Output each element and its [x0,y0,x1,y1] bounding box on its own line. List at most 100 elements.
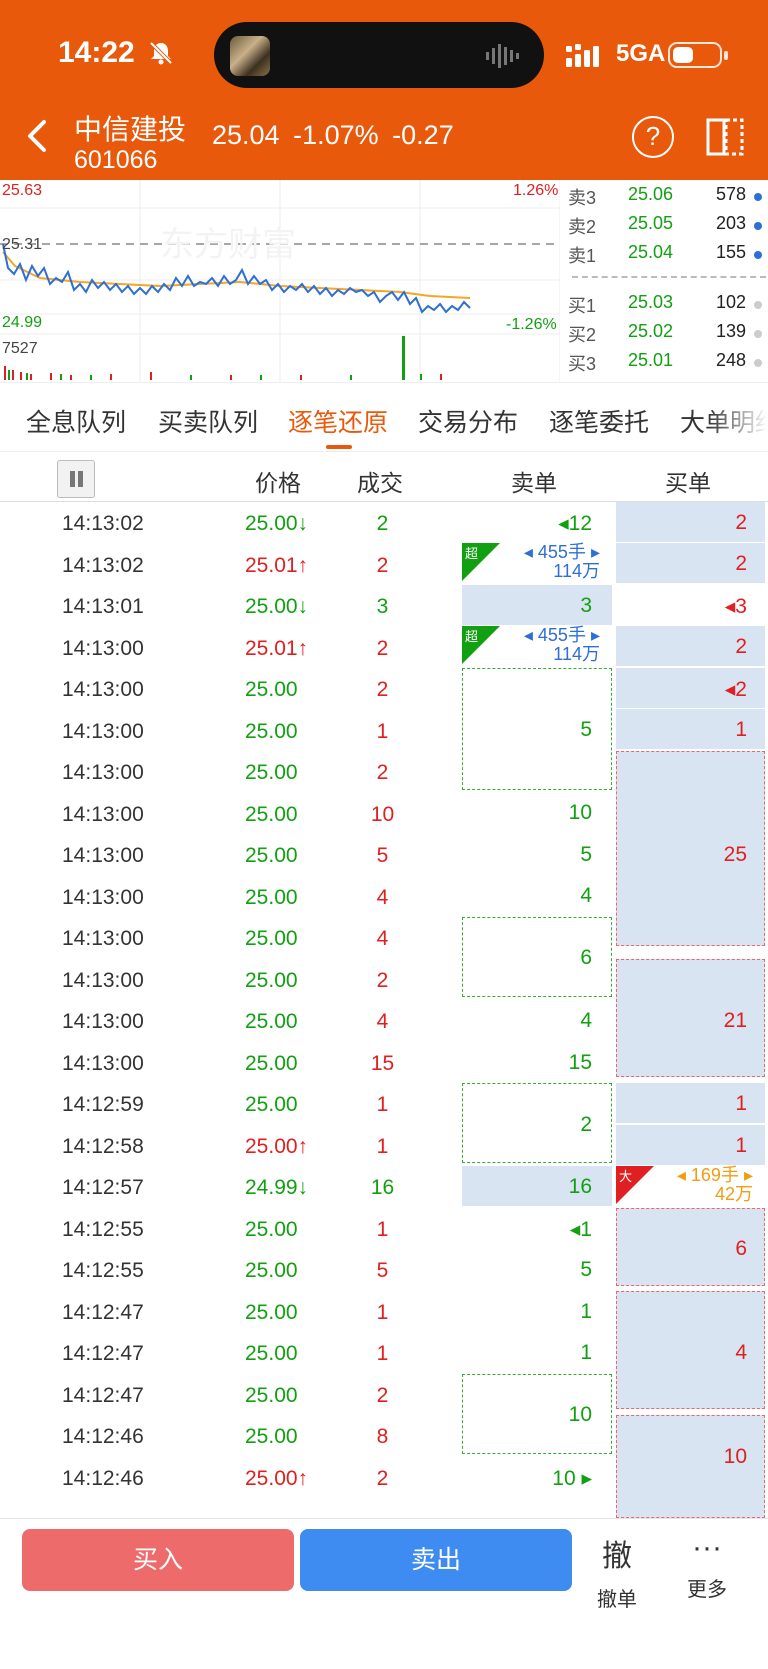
trade-price: 25.00 [245,1010,298,1033]
trade-price: 25.00↓ [245,595,309,618]
help-icon[interactable]: ? [632,116,674,158]
buy-order-value: 2 [735,635,747,658]
sell-order-value: 3 [580,594,592,617]
tab-full-queue[interactable]: 全息队列 [26,403,126,439]
sell-order-value: ◂1 [569,1218,592,1241]
bid-dot-icon [754,330,762,338]
trade-time: 14:13:00 [62,761,144,784]
chart-watermark: 东方财富 [160,225,296,265]
trade-price: 25.00 [245,678,298,701]
bid-label: 买2 [568,325,597,345]
tab-tick-orders[interactable]: 逐笔委托 [549,403,649,439]
bid-row-1: 买1 25.03 102 [566,292,768,321]
sell-cell: 16 [462,1166,612,1206]
trade-volume: 2 [376,678,389,701]
trade-time: 14:13:00 [62,844,144,867]
trade-volume: 4 [376,1010,389,1033]
tick-list[interactable]: 14:13:02 25.00↓ 2 14:13:02 25.01↑ 2 14:13:01 25… [0,502,768,1518]
tab-trade-distribution[interactable]: 交易分布 [418,403,518,439]
trade-time: 14:13:00 [62,803,144,826]
dynamic-island [214,22,544,88]
more-dots-icon: ··· [692,1531,722,1564]
bid-price: 25.03 [628,292,674,312]
bid-dot-icon [754,359,762,367]
large-order-amount: ◂ 169手 ▸ 42万 [676,1165,753,1204]
sell-cell: 5 [462,709,612,749]
intraday-chart[interactable]: 东方财富 25.63 25.31 24.99 7527 1.26% -1.26% [0,180,560,382]
buy-order-value: 21 [723,1009,747,1032]
header-buy-orders: 买单 [665,470,711,496]
sell-button[interactable]: 卖出 [300,1529,572,1591]
trade-time: 14:12:59 [62,1093,144,1116]
more-button[interactable]: ··· 更多 [672,1531,742,1602]
trade-price: 24.99↓ [245,1176,309,1199]
sell-order-value: ◂12 [558,512,592,535]
buy-cell: 2 [616,502,765,542]
signal-icon [566,44,599,67]
buy-order-value: 2 [735,511,747,534]
ask-dot-icon [754,193,762,201]
trade-price: 25.00↑ [245,1467,309,1490]
sell-cell: 1 [462,1332,612,1372]
silent-bell-icon [149,41,173,65]
bid-row-2: 买2 25.02 139 [566,321,768,350]
trade-volume: 3 [376,595,389,618]
bid-row-3: 买3 25.01 248 [566,350,768,379]
trade-volume: 4 [376,927,389,950]
back-chevron-icon[interactable] [22,116,52,156]
column-header: 价格 成交 卖单 买单 [0,452,768,502]
trade-price: 25.00 [245,1259,298,1282]
large-buy-cell[interactable]: 大 ◂ 169手 ▸ 42万 [616,1166,765,1206]
buy-order-value: 10 [723,1445,747,1468]
trade-price: 25.00↓ [245,512,309,535]
trade-time: 14:13:00 [62,1010,144,1033]
ask-row-1: 卖1 25.04 155 [566,242,768,271]
sell-cell: 4 [462,875,612,915]
order-book: 卖3 25.06 578 卖2 25.05 203 卖1 25.04 155 买… [566,180,768,382]
super-sell-cell[interactable]: 超 ◂ 455手 ▸ 114万 [462,543,612,583]
tab-tick-restore[interactable]: 逐笔还原 [288,403,388,439]
trade-volume: 4 [376,886,389,909]
trade-time: 14:12:55 [62,1259,144,1282]
trade-price: 25.00 [245,969,298,992]
buy-cell: 2 [616,626,765,666]
tab-bar: 全息队列 买卖队列 逐笔还原 交易分布 逐笔委托 大单明细 [0,382,768,452]
super-sell-cell[interactable]: 超 ◂ 455手 ▸ 114万 [462,626,612,666]
sell-cell: 10 ▸ [462,1457,612,1497]
bid-dot-icon [754,301,762,309]
trade-volume: 5 [376,844,389,867]
bid-label: 买3 [568,354,597,374]
ask-row-3: 卖3 25.06 578 [566,184,768,213]
stock-code: 601066 [74,146,158,174]
ask-price: 25.06 [628,184,674,204]
buy-cell: ◂3 [616,585,765,625]
sell-cell: 6 [462,937,612,977]
ask-label: 卖3 [568,188,597,208]
large-order-value: 42万 [714,1184,753,1204]
chart-low-label: 24.99 [2,314,43,331]
layout-switch-icon[interactable] [704,116,746,158]
trade-time: 14:12:57 [62,1176,144,1199]
buy-cell: 25 [616,834,765,874]
sell-order-value: 6 [580,946,592,969]
trade-time: 14:13:02 [62,512,144,535]
tab-bid-ask-queue[interactable]: 买卖队列 [158,403,258,439]
cancel-order-button[interactable]: 撤 撤单 [582,1531,652,1612]
tab-fade [708,383,768,451]
sell-cell: 10 [462,792,612,832]
trade-price: 25.00 [245,1342,298,1365]
trade-time: 14:12:47 [62,1301,144,1324]
change-value: -0.27 [392,120,454,150]
trade-price: 25.00 [245,720,298,743]
ask-row-2: 卖2 25.05 203 [566,213,768,242]
trade-volume: 2 [376,512,389,535]
pause-icon[interactable] [57,460,95,498]
sell-cell: 1 [462,1291,612,1331]
buy-button[interactable]: 买入 [22,1529,294,1591]
change-percent: -1.07% [293,120,379,150]
buy-cell: 1 [616,1083,765,1123]
buy-order-value: 1 [735,1092,747,1115]
large-order-hands: 169手 [690,1165,739,1185]
buy-cell: 10 [616,1436,765,1476]
buy-cell: ◂2 [616,668,765,708]
